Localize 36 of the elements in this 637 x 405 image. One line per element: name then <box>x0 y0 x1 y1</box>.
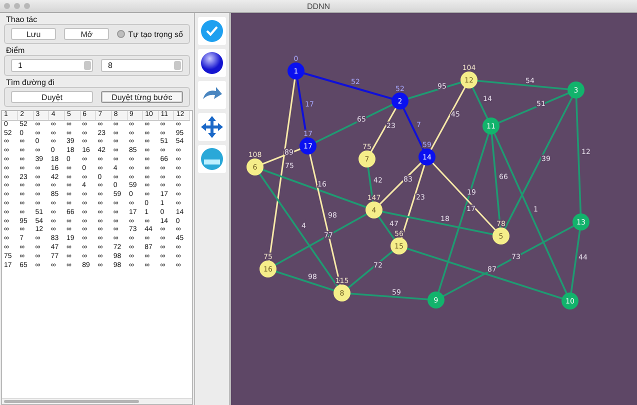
graph-node[interactable] <box>418 148 436 166</box>
toolbar-button[interactable]: Lưu <box>11 28 56 40</box>
search-button[interactable]: Duyệt <box>11 91 93 103</box>
spinner-field[interactable]: 1 <box>11 59 93 72</box>
graph-node[interactable] <box>334 284 350 302</box>
group-title: Điểm <box>6 46 25 55</box>
group-title: Thao tác <box>6 15 38 24</box>
graph-node[interactable] <box>482 118 500 134</box>
graph-node[interactable] <box>366 202 382 218</box>
tool-button[interactable] <box>198 49 226 77</box>
graph-node[interactable] <box>562 292 578 310</box>
graph-node[interactable] <box>390 238 408 254</box>
sphere-icon <box>200 51 224 75</box>
graph-node[interactable] <box>288 62 304 80</box>
graph-node[interactable] <box>568 82 584 98</box>
graph-node[interactable] <box>428 292 444 308</box>
group-title: Tìm đường đi <box>6 78 54 87</box>
graph-node[interactable] <box>358 150 376 168</box>
graph-node[interactable] <box>260 260 276 278</box>
graph-node[interactable] <box>492 228 510 244</box>
move-icon <box>200 115 224 139</box>
graph-node[interactable] <box>572 214 590 230</box>
graph-node[interactable] <box>460 72 478 88</box>
search-button[interactable]: Duyệt từng bước <box>101 91 183 103</box>
radio-option[interactable]: Tự tạo trọng số <box>117 30 183 38</box>
window-title: DDNN <box>306 2 330 10</box>
radio-icon[interactable] <box>117 30 126 38</box>
toolbar-button[interactable]: Mở <box>64 28 110 40</box>
graph-node[interactable] <box>246 158 264 176</box>
spinner-field[interactable]: 8 <box>101 59 183 72</box>
scrollbar[interactable] <box>2 398 192 404</box>
graph-node[interactable] <box>300 138 316 154</box>
sticker-icon <box>200 147 224 171</box>
graph-node[interactable] <box>392 92 408 110</box>
checkmark-icon <box>200 19 224 43</box>
tool-button[interactable] <box>198 113 226 141</box>
